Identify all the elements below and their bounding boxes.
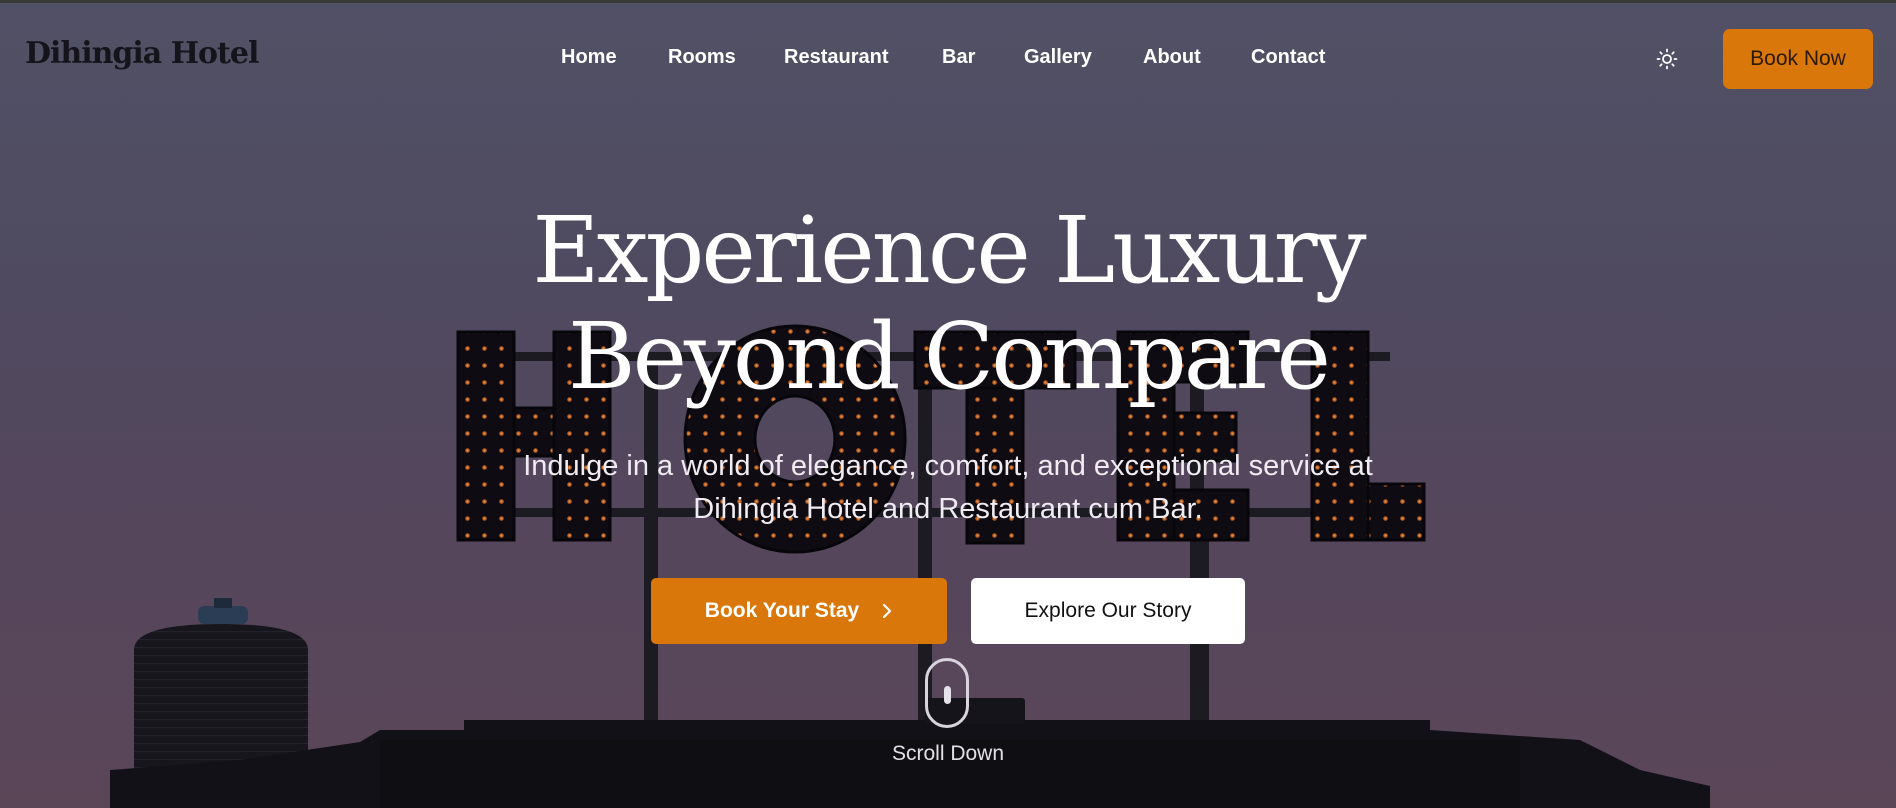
hero-headline-line-2: Beyond Compare: [568, 303, 1331, 410]
nav-item-contact[interactable]: Contact: [1251, 46, 1325, 69]
nav-item-restaurant[interactable]: Restaurant: [784, 46, 888, 69]
hero-headline: Experience Luxury Beyond Compare: [398, 198, 1498, 410]
scroll-down-label[interactable]: Scroll Down: [848, 742, 1048, 766]
nav-item-rooms[interactable]: Rooms: [668, 46, 736, 69]
brand-logo[interactable]: Dihingia Hotel: [25, 36, 259, 71]
chevron-right-icon: [881, 602, 893, 620]
sun-icon: [1656, 48, 1678, 70]
book-now-button[interactable]: Book Now: [1723, 29, 1873, 89]
nav-item-home[interactable]: Home: [561, 46, 617, 69]
theme-toggle-button[interactable]: [1655, 47, 1679, 71]
hero-section: Dihingia Hotel Home Rooms Restaurant Bar…: [0, 0, 1896, 808]
hero-subtext-line-1: Indulge in a world of elegance, comfort,…: [523, 450, 1373, 482]
mouse-wheel-indicator: [944, 686, 951, 704]
nav-item-gallery[interactable]: Gallery: [1024, 46, 1092, 69]
nav-item-bar[interactable]: Bar: [942, 46, 975, 69]
mouse-scroll-icon[interactable]: [925, 658, 969, 728]
book-your-stay-button[interactable]: Book Your Stay: [651, 578, 947, 644]
hero-subtext: Indulge in a world of elegance, comfort,…: [398, 445, 1498, 531]
nav-item-about[interactable]: About: [1143, 46, 1201, 69]
hero-headline-line-1: Experience Luxury: [532, 197, 1366, 304]
explore-our-story-label: Explore Our Story: [1024, 599, 1192, 622]
book-your-stay-label: Book Your Stay: [704, 599, 860, 622]
explore-our-story-button[interactable]: Explore Our Story: [971, 578, 1245, 644]
hero-subtext-line-2: Dihingia Hotel and Restaurant cum Bar.: [693, 493, 1203, 525]
